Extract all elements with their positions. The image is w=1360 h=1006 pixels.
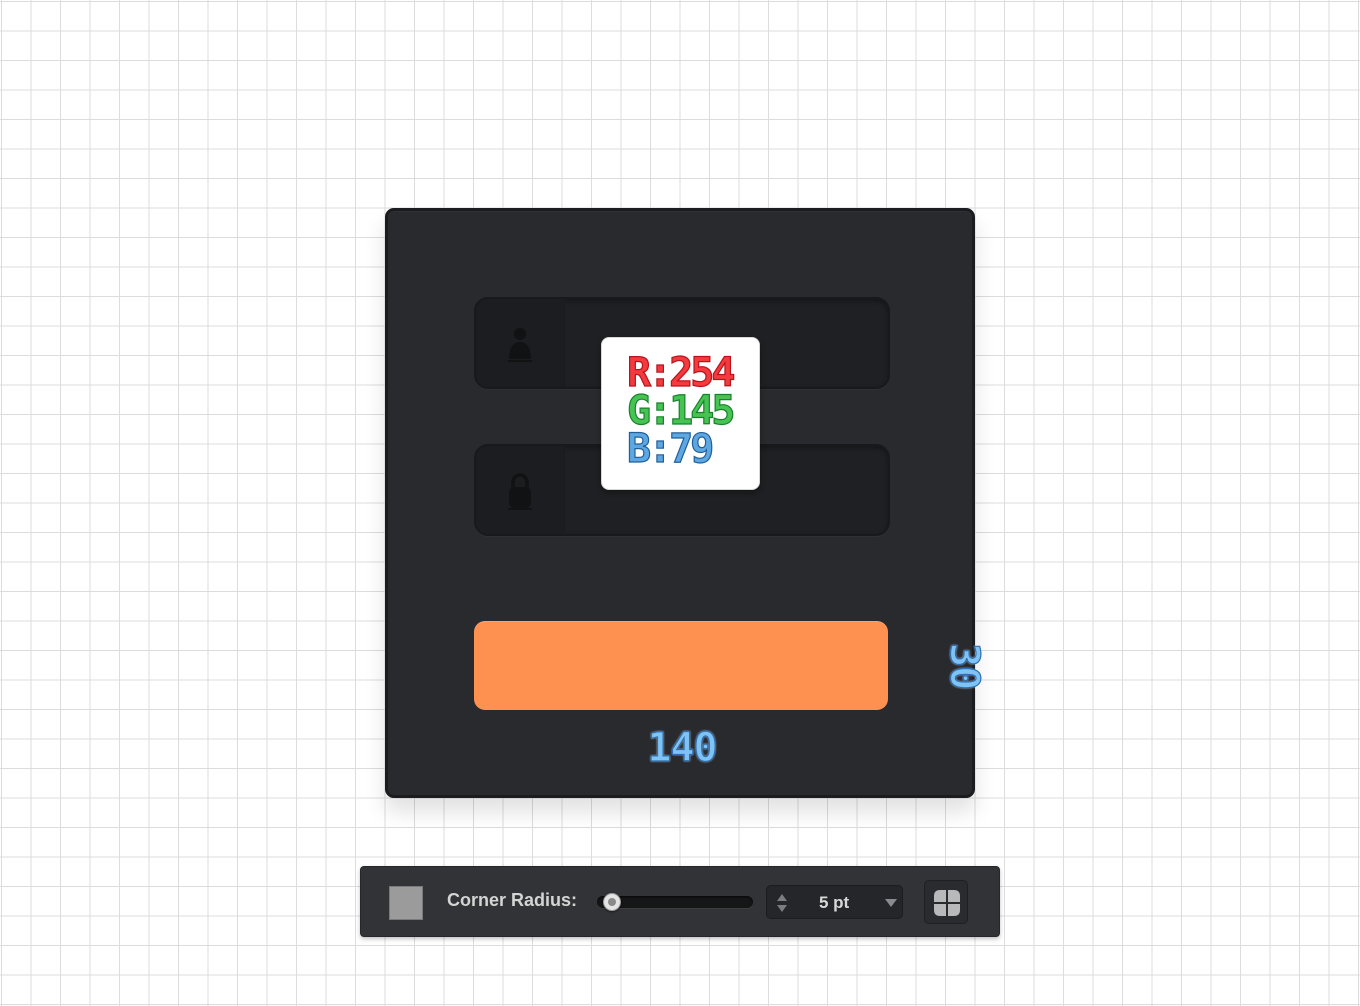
corner-radius-value[interactable]: 5 pt <box>819 893 849 913</box>
user-icon <box>506 325 534 365</box>
login-panel: 140 30 <box>385 208 988 798</box>
corner-radius-toolbar: Corner Radius: 5 pt <box>360 866 1000 937</box>
password-icon-box <box>476 446 565 534</box>
height-dimension-label: 30 <box>940 642 987 690</box>
green-value: G:145 <box>626 388 736 434</box>
chevron-down-icon[interactable] <box>885 899 897 907</box>
corner-radius-label: Corner Radius: <box>447 890 578 910</box>
color-swatch[interactable] <box>389 886 423 920</box>
login-button[interactable] <box>474 621 888 710</box>
rgb-color-readout: R:254 G:145 B:79 <box>601 337 760 490</box>
blue-value: B:79 <box>626 426 715 472</box>
corners-grid-icon <box>934 890 960 916</box>
red-value: R:254 <box>626 350 736 396</box>
lock-icon <box>506 472 534 512</box>
width-dimension-label: 140 <box>647 724 718 771</box>
independent-corners-button[interactable] <box>924 880 968 924</box>
username-icon-box <box>476 299 565 387</box>
corner-radius-stepper[interactable]: 5 pt <box>766 885 903 919</box>
corner-radius-slider-knob[interactable] <box>603 893 621 911</box>
stepper-arrows-icon[interactable] <box>775 893 789 913</box>
